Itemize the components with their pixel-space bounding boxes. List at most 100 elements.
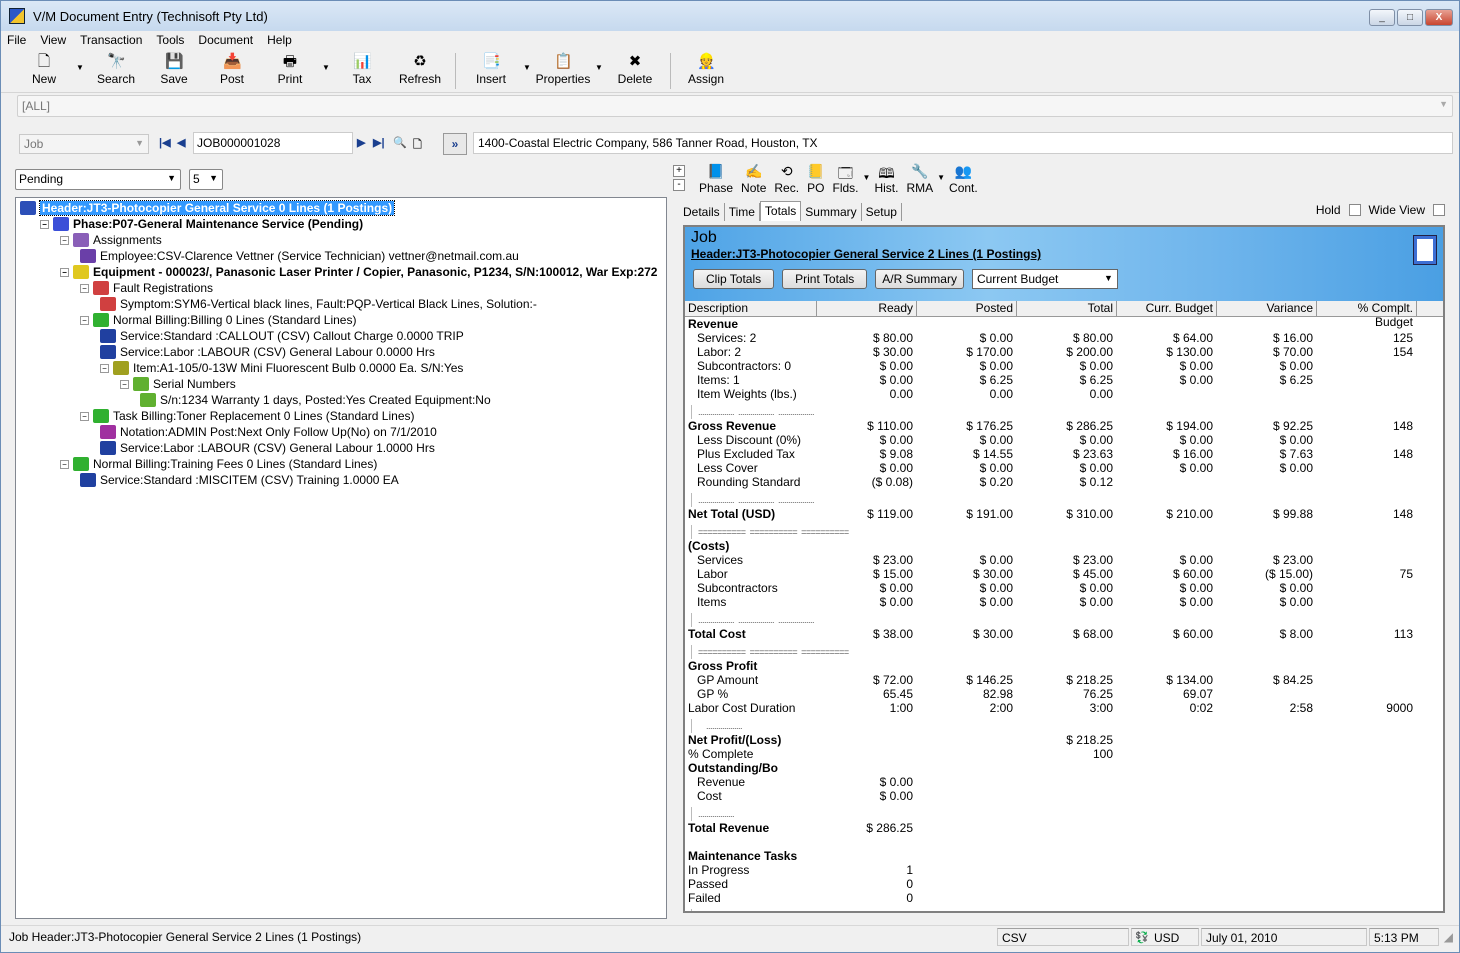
budget-select[interactable]: Current Budget ▼: [971, 269, 1118, 289]
tree-node[interactable]: Symptom:SYM6-Vertical black lines, Fault…: [100, 296, 537, 312]
tree-node[interactable]: − Fault Registrations: [80, 280, 213, 296]
toolbar-assign-button[interactable]: 👷 Assign: [677, 49, 735, 86]
toolbar-insert-dropdown[interactable]: ▼: [520, 49, 534, 72]
header-link[interactable]: Header:JT3-Photocopier General Service 2…: [691, 247, 1437, 261]
table-cell: $ 134.00: [1166, 673, 1213, 687]
table-cell: $ 0.00: [1279, 595, 1313, 609]
ptool-dropdown[interactable]: ▼: [937, 161, 945, 201]
collapse-toggle-icon[interactable]: −: [80, 315, 89, 325]
first-record-icon[interactable]: |◀: [159, 136, 171, 149]
menu-file[interactable]: File: [7, 33, 26, 47]
toolbar-search-button[interactable]: 🔭 Search: [87, 49, 145, 86]
column-header-description[interactable]: Description: [685, 301, 817, 316]
collapse-toggle-icon[interactable]: −: [60, 459, 69, 469]
column-header-posted[interactable]: Posted: [917, 301, 1017, 316]
maximize-button[interactable]: □: [1397, 9, 1423, 26]
next-record-icon[interactable]: ▶: [357, 136, 365, 149]
print-totals-button[interactable]: Print Totals: [782, 269, 868, 289]
job-number-input[interactable]: JOB000001028: [193, 132, 353, 154]
tab-totals[interactable]: Totals: [759, 201, 802, 221]
tree-node[interactable]: − Normal Billing:Training Fees 0 Lines (S…: [60, 456, 377, 472]
ar-summary-button[interactable]: A/R Summary: [875, 269, 964, 289]
column-header--complt-budget[interactable]: % Complt. Budget: [1317, 301, 1417, 329]
clip-totals-button[interactable]: Clip Totals: [693, 269, 775, 289]
ptool-dropdown[interactable]: ▼: [863, 161, 871, 201]
ptool-rec-button[interactable]: ⟲ Rec.: [770, 161, 803, 201]
tree-node[interactable]: − Item:A1-105/0-13W Mini Fluorescent Bulb…: [100, 360, 463, 376]
collapse-toggle-icon[interactable]: −: [100, 363, 109, 373]
tree-node[interactable]: S/n:1234 Warranty 1 days, Posted:Yes Cre…: [140, 392, 491, 408]
tree-node[interactable]: Header:JT3-Photocopier General Service 0…: [20, 200, 396, 216]
ptool-phase-button[interactable]: 📘 Phase: [695, 161, 737, 201]
close-button[interactable]: X: [1425, 9, 1453, 26]
tree-node[interactable]: − Serial Numbers: [120, 376, 236, 392]
tree-node[interactable]: Service:Labor :LABOUR (CSV) General Labo…: [100, 344, 435, 360]
ptool-hist-button[interactable]: 🕮 Hist.: [870, 161, 902, 201]
table-row: % Complete 100: [685, 747, 1443, 761]
tab-summary[interactable]: Summary: [801, 203, 862, 221]
minimize-button[interactable]: _: [1369, 9, 1395, 26]
collapse-toggle-icon[interactable]: −: [40, 219, 49, 229]
collapse-toggle-icon[interactable]: −: [80, 411, 89, 421]
previous-record-icon[interactable]: ◀: [177, 136, 185, 149]
ptool-rma-button[interactable]: 🔧 RMA: [902, 161, 937, 201]
menu-document[interactable]: Document: [198, 33, 253, 47]
column-header-curr-budget[interactable]: Curr. Budget: [1117, 301, 1217, 316]
tab-details[interactable]: Details: [679, 203, 725, 221]
resize-grip-icon[interactable]: ◢: [1444, 930, 1453, 944]
search-icon[interactable]: 🔍: [393, 136, 407, 149]
collapse-toggle-icon[interactable]: −: [60, 267, 69, 277]
menu-transaction[interactable]: Transaction: [80, 33, 142, 47]
column-header-total[interactable]: Total: [1017, 301, 1117, 316]
toolbar-properties-dropdown[interactable]: ▼: [592, 49, 606, 72]
toolbar-refresh-button[interactable]: ♻ Refresh: [391, 49, 449, 86]
ptool-flds-button[interactable]: 🗔 Flds.: [829, 161, 863, 201]
toolbar-save-button[interactable]: 💾 Save: [145, 49, 203, 86]
tree-node[interactable]: − Assignments: [60, 232, 162, 248]
hold-checkbox[interactable]: [1348, 204, 1361, 216]
tree-node[interactable]: Service:Labor :LABOUR (CSV) General Labo…: [100, 440, 435, 456]
level-select[interactable]: 5 ▼: [189, 169, 223, 190]
toolbar-insert-button[interactable]: 📑 Insert: [462, 49, 520, 86]
toolbar-print-dropdown[interactable]: ▼: [319, 49, 333, 72]
tree-node[interactable]: − Normal Billing:Billing 0 Lines (Standar…: [80, 312, 356, 328]
menu-view[interactable]: View: [40, 33, 66, 47]
tab-setup[interactable]: Setup: [862, 203, 902, 221]
last-record-icon[interactable]: ▶|: [373, 136, 385, 149]
tree-node[interactable]: − Equipment - 000023/, Panasonic Laser Pr…: [60, 264, 657, 280]
menu-tools[interactable]: Tools: [156, 33, 184, 47]
collapse-all-button[interactable]: -: [673, 179, 685, 191]
filter-combo[interactable]: [ALL] ▼: [17, 95, 1453, 117]
toolbar-tax-button[interactable]: 📊 Tax: [333, 49, 391, 86]
new-document-icon[interactable]: 🗋: [413, 136, 422, 155]
toolbar-new-dropdown[interactable]: ▼: [73, 49, 87, 72]
menu-help[interactable]: Help: [267, 33, 292, 47]
collapse-toggle-icon[interactable]: −: [60, 235, 69, 245]
toolbar-delete-button[interactable]: ✖ Delete: [606, 49, 664, 86]
tree-node[interactable]: Service:Standard :MISCITEM (CSV) Trainin…: [80, 472, 399, 488]
ptool-note-button[interactable]: ✍ Note: [737, 161, 770, 201]
document-tree[interactable]: Header:JT3-Photocopier General Service 0…: [15, 197, 667, 919]
go-button[interactable]: »: [443, 133, 467, 155]
collapse-toggle-icon[interactable]: −: [80, 283, 89, 293]
tree-node[interactable]: − Phase:P07-General Maintenance Service (…: [40, 216, 363, 232]
tree-node[interactable]: Service:Standard :CALLOUT (CSV) Callout …: [100, 328, 464, 344]
toolbar-new-button[interactable]: 🗋 New: [15, 49, 73, 86]
column-header-ready[interactable]: Ready: [817, 301, 917, 316]
column-header-variance[interactable]: Variance: [1217, 301, 1317, 316]
status-filter-select[interactable]: Pending ▼: [15, 169, 181, 190]
toolbar-post-button[interactable]: 📥 Post: [203, 49, 261, 86]
collapse-toggle-icon[interactable]: −: [120, 379, 129, 389]
tab-time[interactable]: Time: [725, 203, 760, 221]
ptool-cont-button[interactable]: 👥 Cont.: [945, 161, 982, 201]
wide-view-checkbox[interactable]: [1433, 204, 1445, 216]
document-type-select[interactable]: Job ▼: [19, 134, 149, 154]
ptool-po-button[interactable]: 📒 PO: [803, 161, 828, 201]
tree-node[interactable]: − Task Billing:Toner Replacement 0 Lines …: [80, 408, 415, 424]
toolbar-print-button[interactable]: 🖶 Print: [261, 49, 319, 86]
tree-node[interactable]: Employee:CSV-Clarence Vettner (Service T…: [80, 248, 519, 264]
table-cell: [1117, 775, 1217, 789]
expand-all-button[interactable]: +: [673, 165, 685, 177]
toolbar-properties-button[interactable]: 📋 Properties: [534, 49, 592, 86]
tree-node[interactable]: Notation:ADMIN Post:Next Only Follow Up(…: [100, 424, 437, 440]
